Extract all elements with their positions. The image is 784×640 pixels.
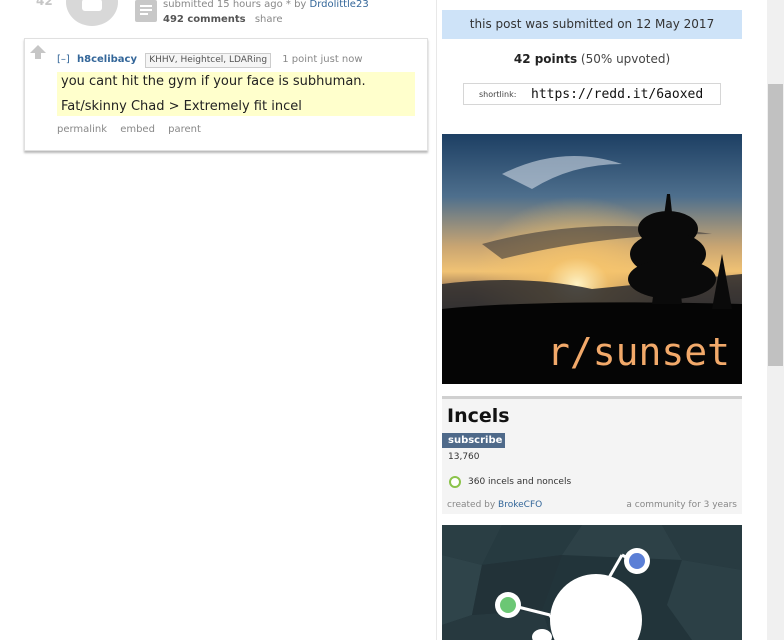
creator-link[interactable]: BrokeCFO (498, 500, 542, 510)
promo-image[interactable] (442, 525, 742, 640)
permalink-link[interactable]: permalink (57, 124, 107, 135)
post-thumbnail[interactable] (66, 0, 118, 26)
online-dot-icon (449, 476, 461, 488)
comment: [–] h8celibacy KHHV, Heightcel, LDARing … (24, 38, 428, 151)
share-link[interactable]: share (255, 14, 283, 25)
created-by: created by BrokeCFO (447, 500, 542, 510)
comment-line: Fat/skinny Chad > Extremely fit incel (61, 99, 302, 114)
comment-tagline: [–] h8celibacy KHHV, Heightcel, LDARing … (57, 53, 363, 68)
subreddit-title[interactable]: Incels (447, 405, 510, 427)
upvote-ratio: (50% upvoted) (577, 52, 671, 66)
sunset-ad-image[interactable]: r/sunset (442, 134, 742, 384)
user-flair: KHHV, Heightcel, LDARing (145, 53, 272, 68)
collapse-toggle[interactable]: [–] (57, 54, 70, 65)
parent-link[interactable]: parent (168, 124, 201, 135)
up-arrow-icon[interactable] (30, 45, 46, 59)
points-count: 42 points (513, 52, 578, 66)
text-post-icon[interactable] (135, 0, 157, 22)
page-scrollbar[interactable] (767, 0, 784, 640)
post-tagline: submitted 15 hours ago * by Drdolittle23 (163, 0, 369, 10)
scrollbar-thumb[interactable] (768, 84, 783, 366)
shortlink-label: shortlink: (479, 90, 517, 99)
embed-link[interactable]: embed (120, 124, 155, 135)
post-points: 42 points (50% upvoted) (442, 52, 742, 66)
shortlink-input[interactable]: https://redd.it/6aoxed (531, 87, 703, 102)
post-buttons: 492 comments share (163, 14, 283, 25)
ad-caption: r/sunset (546, 330, 730, 374)
shortlink-box: shortlink: https://redd.it/6aoxed (463, 83, 721, 105)
post-author-link[interactable]: Drdolittle23 (310, 0, 369, 10)
comment-body: you cant hit the gym if your face is sub… (57, 72, 415, 116)
subscriber-count: 13,760 (448, 452, 480, 462)
post-score: 42 (36, 0, 53, 8)
comment-line: you cant hit the gym if your face is sub… (61, 74, 366, 89)
post-strip: 42 submitted 15 hours ago * by Drdolittl… (0, 0, 432, 33)
comments-link[interactable]: 492 comments (163, 14, 246, 25)
community-age: a community for 3 years (626, 500, 737, 510)
post-tagline-prefix: submitted 15 hours ago * by (163, 0, 310, 10)
users-online: 360 incels and noncels (468, 477, 572, 487)
comment-points: 1 point just now (282, 54, 363, 65)
subscribe-button[interactable]: subscribe (442, 433, 505, 448)
comment-bubble-icon (82, 0, 102, 11)
created-by-prefix: created by (447, 500, 499, 510)
subreddit-info: Incels subscribe 13,760 360 incels and n… (442, 396, 742, 514)
sidebar: this post was submitted on 12 May 2017 4… (437, 0, 767, 640)
promo-graphic (442, 525, 742, 640)
comment-buttons: permalink embed parent (57, 124, 201, 135)
submitted-banner: this post was submitted on 12 May 2017 (442, 10, 742, 39)
comment-author-link[interactable]: h8celibacy (77, 54, 137, 65)
